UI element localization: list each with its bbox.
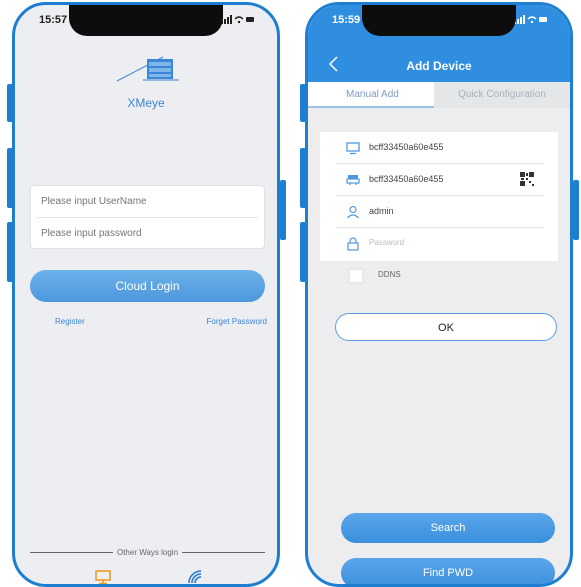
serial-number-value: bcff33450a60e455 (369, 174, 444, 184)
user-icon (347, 205, 359, 219)
ok-button[interactable]: OK (335, 313, 557, 341)
right-phone-side-button-4[interactable] (573, 180, 579, 240)
brand-name: XMeye (127, 96, 165, 110)
other-ways-divider: Other Ways login (30, 548, 265, 557)
ddns-checkbox[interactable] (349, 269, 363, 283)
device-serial-icon (346, 175, 360, 185)
status-time: 15:59 (332, 14, 361, 26)
username-value: admin (369, 206, 394, 216)
password-input[interactable] (31, 218, 264, 249)
password-row[interactable]: Password (320, 228, 558, 260)
monitor-icon[interactable] (95, 569, 111, 585)
password-placeholder: Password (369, 238, 405, 247)
signal-wifi-battery-icon (221, 15, 254, 24)
phone-notch (362, 5, 516, 36)
tab-quick-configuration[interactable]: Quick Configuration (434, 82, 570, 108)
add-device-phone-screen: 15:59 Add Device Manual Add Quick Config… (305, 2, 573, 587)
serial-number-row[interactable]: bcff33450a60e455 (320, 164, 558, 196)
ddns-label: DDNS (378, 270, 401, 279)
phone-notch (69, 5, 223, 36)
search-button[interactable]: Search (341, 513, 555, 543)
left-phone-side-button-4[interactable] (280, 180, 286, 240)
divider-line (30, 552, 113, 553)
cloud-login-button[interactable]: Cloud Login (30, 270, 265, 302)
login-form (30, 185, 265, 249)
device-name-row[interactable]: bcff33450a60e455 (320, 132, 558, 164)
device-form: bcff33450a60e455 bcff33450a60e455 admin … (320, 132, 558, 261)
status-icons (221, 15, 255, 27)
device-name-value: bcff33450a60e455 (369, 142, 444, 152)
wifi-icon[interactable] (187, 569, 203, 585)
xmeye-logo-icon (116, 56, 179, 82)
register-link[interactable]: Register (55, 317, 85, 326)
find-pwd-button[interactable]: Find PWD (341, 558, 555, 584)
status-icons (514, 15, 548, 27)
qr-code-icon[interactable] (520, 172, 534, 186)
page-title: Add Device (406, 59, 472, 73)
other-ways-label: Other Ways login (116, 548, 179, 557)
lock-icon (347, 237, 359, 251)
username-input[interactable] (31, 186, 264, 217)
signal-wifi-battery-icon (514, 15, 547, 24)
tab-bar: Manual Add Quick Configuration (308, 82, 570, 108)
status-time: 15:57 (39, 14, 68, 26)
tab-manual-add[interactable]: Manual Add (308, 82, 434, 108)
login-phone-screen: 15:57 XMeye Cloud Login Register Forget … (12, 2, 280, 587)
monitor-icon (346, 142, 360, 155)
forgot-password-link[interactable]: Forget Password (207, 317, 267, 326)
divider-line (182, 552, 265, 553)
username-row[interactable]: admin (320, 196, 558, 228)
